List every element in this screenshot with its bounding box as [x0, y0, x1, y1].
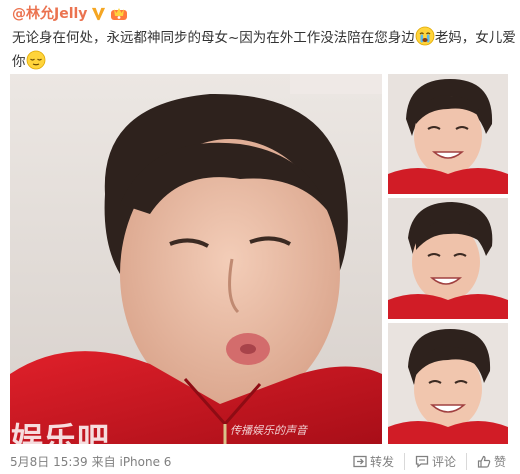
post-actions: 转发 评论 赞 — [343, 453, 516, 470]
post-text-part1: 无论身在何处，永远都神同步的母女~因为在外工作没法陪在您身边 — [12, 30, 415, 46]
thumbnail-photo-3[interactable] — [388, 323, 508, 444]
repost-label: 转发 — [369, 455, 394, 469]
repost-button[interactable]: 转发 — [343, 453, 404, 470]
like-icon — [477, 455, 491, 468]
comment-label: 评论 — [431, 455, 456, 469]
like-button[interactable]: 赞 — [465, 453, 516, 470]
comment-button[interactable]: 评论 — [403, 453, 466, 470]
thumbnail-photo-1[interactable] — [388, 74, 508, 194]
pip-inset — [290, 74, 382, 94]
repost-icon — [353, 455, 367, 468]
relieved-face-icon — [26, 50, 45, 70]
like-label: 赞 — [493, 455, 506, 469]
thumbnail-photo-2[interactable] — [388, 198, 508, 319]
post-source: 来自 iPhone 6 — [91, 455, 172, 469]
watermark-signature: 传播娱乐的声音 — [230, 424, 307, 437]
vip-crown-icon[interactable] — [110, 6, 128, 21]
main-photo[interactable] — [10, 74, 382, 444]
comment-icon — [415, 455, 429, 468]
crying-face-icon — [415, 26, 435, 46]
post-meta: 5月8日 15:39 来自 iPhone 6 — [10, 453, 171, 470]
post-timestamp[interactable]: 5月8日 15:39 — [10, 453, 88, 470]
post-header: @林允Jelly — [12, 3, 128, 23]
verified-badge-icon[interactable] — [91, 6, 106, 21]
weibo-post: @林允Jelly 无论身在何处，永远都神同步的母女~因为在外工作没法陪在您身边 … — [0, 0, 520, 474]
post-footer: 5月8日 15:39 来自 iPhone 6 转发 评论 赞 — [10, 453, 520, 473]
author-name[interactable]: @林允Jelly — [12, 3, 87, 23]
